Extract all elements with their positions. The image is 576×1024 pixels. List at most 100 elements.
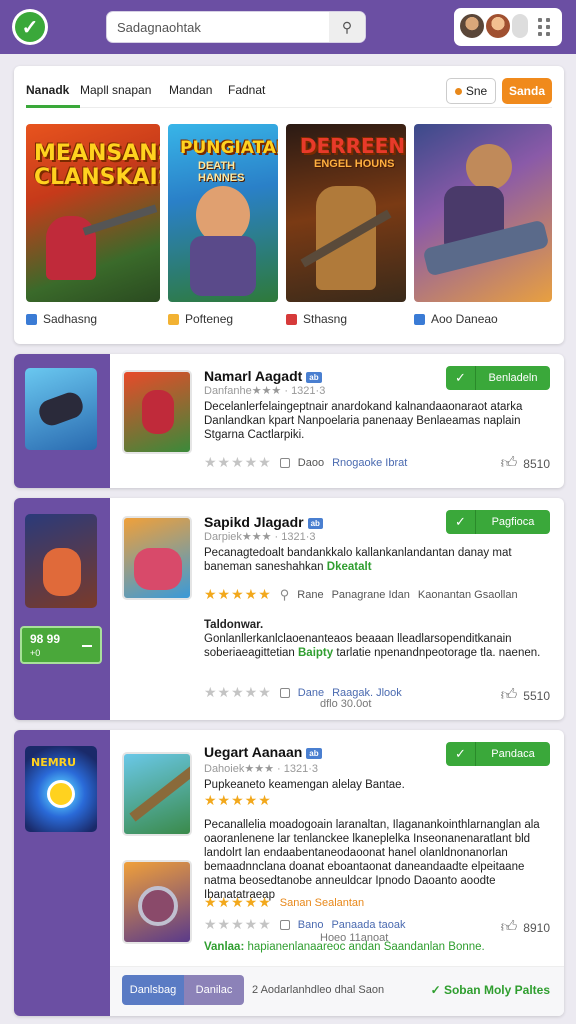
check-icon: ✓: [446, 510, 476, 534]
likes[interactable]: 👍︎ 8910: [501, 918, 550, 937]
game-thumbnail[interactable]: [122, 860, 192, 944]
get-button-label: Pandaca: [491, 748, 535, 760]
caption-4-label: Aoo Daneao: [431, 312, 498, 326]
game-icon[interactable]: NEMRU: [25, 746, 97, 832]
game-thumbnail[interactable]: [122, 752, 192, 836]
tab-mandan[interactable]: Mandan: [169, 83, 212, 97]
game-icon[interactable]: [25, 514, 97, 608]
search-box[interactable]: Sadagnaohtak ⚲: [106, 11, 366, 43]
likes[interactable]: 👍︎ 8510: [501, 454, 550, 473]
checkbox-icon[interactable]: [286, 313, 297, 325]
game-art-3-subtitle: ENGEL HOUNS: [314, 158, 395, 170]
card-footer: Danlsbag Danilac 2 Aodarlanhdleo dhal Sa…: [110, 966, 564, 1016]
like-count: 8910: [523, 920, 550, 935]
character-figure: [190, 236, 256, 296]
tabs-divider: [26, 107, 552, 108]
avatar[interactable]: [512, 14, 528, 38]
avatar[interactable]: [460, 14, 484, 38]
calendar-icon: [279, 457, 290, 468]
game-description: Pecanagtedoalt bandankkalo kallankanland…: [204, 547, 512, 573]
tag-link[interactable]: Dane: [298, 687, 324, 699]
checkbox-icon[interactable]: [168, 313, 179, 325]
like-count: 8510: [523, 456, 550, 471]
card-sidebar: [14, 354, 110, 488]
price-box[interactable]: 98 99 +0: [20, 626, 102, 664]
rating-stars: ★★★★★: [204, 894, 272, 910]
thumbs-up-icon[interactable]: 👍︎: [501, 686, 518, 705]
game-art-2[interactable]: PUNGIATAN DEATH HANNES: [168, 124, 278, 302]
game-description: Decelanlerfelaingeptnair anardokand kaln…: [204, 401, 523, 441]
game-meta: Danfanhe★★★ · 1321·3: [204, 385, 326, 397]
checkbox-icon[interactable]: [26, 313, 37, 325]
calendar-icon: [279, 919, 290, 930]
get-button[interactable]: ✓ Pagfioca: [446, 510, 550, 534]
game-icon[interactable]: [25, 368, 97, 450]
footer-link[interactable]: ✓ Soban Moly Paltes: [431, 983, 550, 997]
game-art-2-title: PUNGIATAN: [180, 138, 278, 158]
tag-link[interactable]: Rnogaoke Ibrat: [332, 457, 407, 469]
game-art-3-title: DERREENG: [300, 134, 406, 158]
rating-row: ★★★★★ ⚲ Rane Panagrane Idan Kaonantan Gs…: [204, 586, 518, 603]
game-card[interactable]: 98 99 +0 Sapikd Jlagadr ab Darpiek★★★ · 1…: [14, 498, 564, 720]
get-button-label: Benladeln: [488, 372, 538, 384]
checkbox-icon[interactable]: [414, 313, 425, 325]
leaf-icon: ✓: [430, 983, 444, 997]
game-card[interactable]: NEMRU Uegart Aanaan ab Dahoiek★★★ · 1321·…: [14, 730, 564, 1016]
search-icon[interactable]: ⚲: [329, 12, 365, 42]
footer-button-2[interactable]: Danilac: [184, 975, 244, 1005]
app-logo[interactable]: ✓: [12, 9, 48, 45]
game-art-2-subtitle: DEATH HANNES: [198, 160, 245, 184]
rating-stars: ★★★★★: [204, 916, 272, 932]
likes[interactable]: 👍︎ 5510: [501, 686, 550, 705]
caption-2-label: Pofteneg: [185, 312, 234, 326]
game-art-1[interactable]: MEANSANS CLANSKAIS: [26, 124, 160, 302]
check-icon: ✓: [446, 742, 476, 766]
tag: Rane: [297, 588, 324, 601]
calendar-icon: [279, 687, 290, 698]
game-meta: Dahoiek★★★ · 1321·3: [204, 763, 318, 775]
like-count: 5510: [523, 688, 550, 703]
footer-button-1[interactable]: Danlsbag: [122, 975, 184, 1005]
tab-mapll-snapan[interactable]: Mapll snapan: [80, 83, 151, 97]
tag-link[interactable]: Panaada taoak: [331, 919, 405, 931]
caption-1-label: Sadhasng: [43, 312, 98, 326]
character-figure: [134, 548, 182, 590]
search-input[interactable]: Sadagnaohtak: [117, 20, 201, 35]
rating-stars: ★★★★★: [204, 792, 272, 808]
caption-4[interactable]: Aoo Daneao: [414, 312, 498, 326]
game-title[interactable]: Namarl Aagadt ab: [204, 368, 322, 384]
tag: Panagrane Idan: [331, 588, 410, 601]
icon-lettering: NEMRU: [31, 756, 77, 769]
caption-3[interactable]: Sthasng: [286, 312, 347, 326]
game-title[interactable]: Sapikd Jlagadr ab: [204, 514, 323, 530]
user-box[interactable]: [454, 8, 562, 46]
game-art-4[interactable]: [414, 124, 552, 302]
tag: Kaonantan Gsaollan: [417, 588, 518, 601]
card-sidebar: NEMRU: [14, 730, 110, 1016]
game-art-3[interactable]: DERREENG ENGEL HOUNS: [286, 124, 406, 302]
caption-1[interactable]: Sadhasng: [26, 312, 97, 326]
game-title[interactable]: Uegart Aanaan ab: [204, 744, 322, 760]
get-button[interactable]: ✓ Pandaca: [446, 742, 550, 766]
tab-nanadk[interactable]: Nanadk: [26, 83, 69, 97]
game-card[interactable]: Namarl Aagadt ab Danfanhe★★★ · 1321·3 Dec…: [14, 354, 564, 488]
grid-icon[interactable]: [538, 18, 552, 36]
tag: Daoo: [297, 456, 325, 469]
thumbs-up-icon[interactable]: 👍︎: [501, 918, 518, 937]
game-thumbnail[interactable]: [122, 516, 192, 600]
game-thumbnail[interactable]: [122, 370, 192, 454]
character-figure: [43, 548, 81, 596]
game-description-2: Gonlanllerkanlclaoenanteaos beaaan llead…: [204, 633, 541, 659]
weapon-figure: [129, 764, 190, 822]
avatar[interactable]: [486, 14, 510, 38]
tab-fadnat[interactable]: Fadnat: [228, 83, 265, 97]
caption-2[interactable]: Pofteneg: [168, 312, 233, 326]
thumbs-up-icon[interactable]: 👍︎: [501, 454, 518, 473]
sanda-button[interactable]: Sanda: [502, 78, 552, 104]
location-icon: ⚲: [279, 586, 290, 602]
tag-link[interactable]: Bano: [298, 919, 324, 931]
sne-button[interactable]: Sne: [446, 78, 496, 104]
get-button[interactable]: ✓ Benladeln: [446, 366, 550, 390]
tag-link[interactable]: Raagak. Jlook: [332, 687, 402, 699]
tag: dflo 30.0ot: [320, 698, 372, 710]
